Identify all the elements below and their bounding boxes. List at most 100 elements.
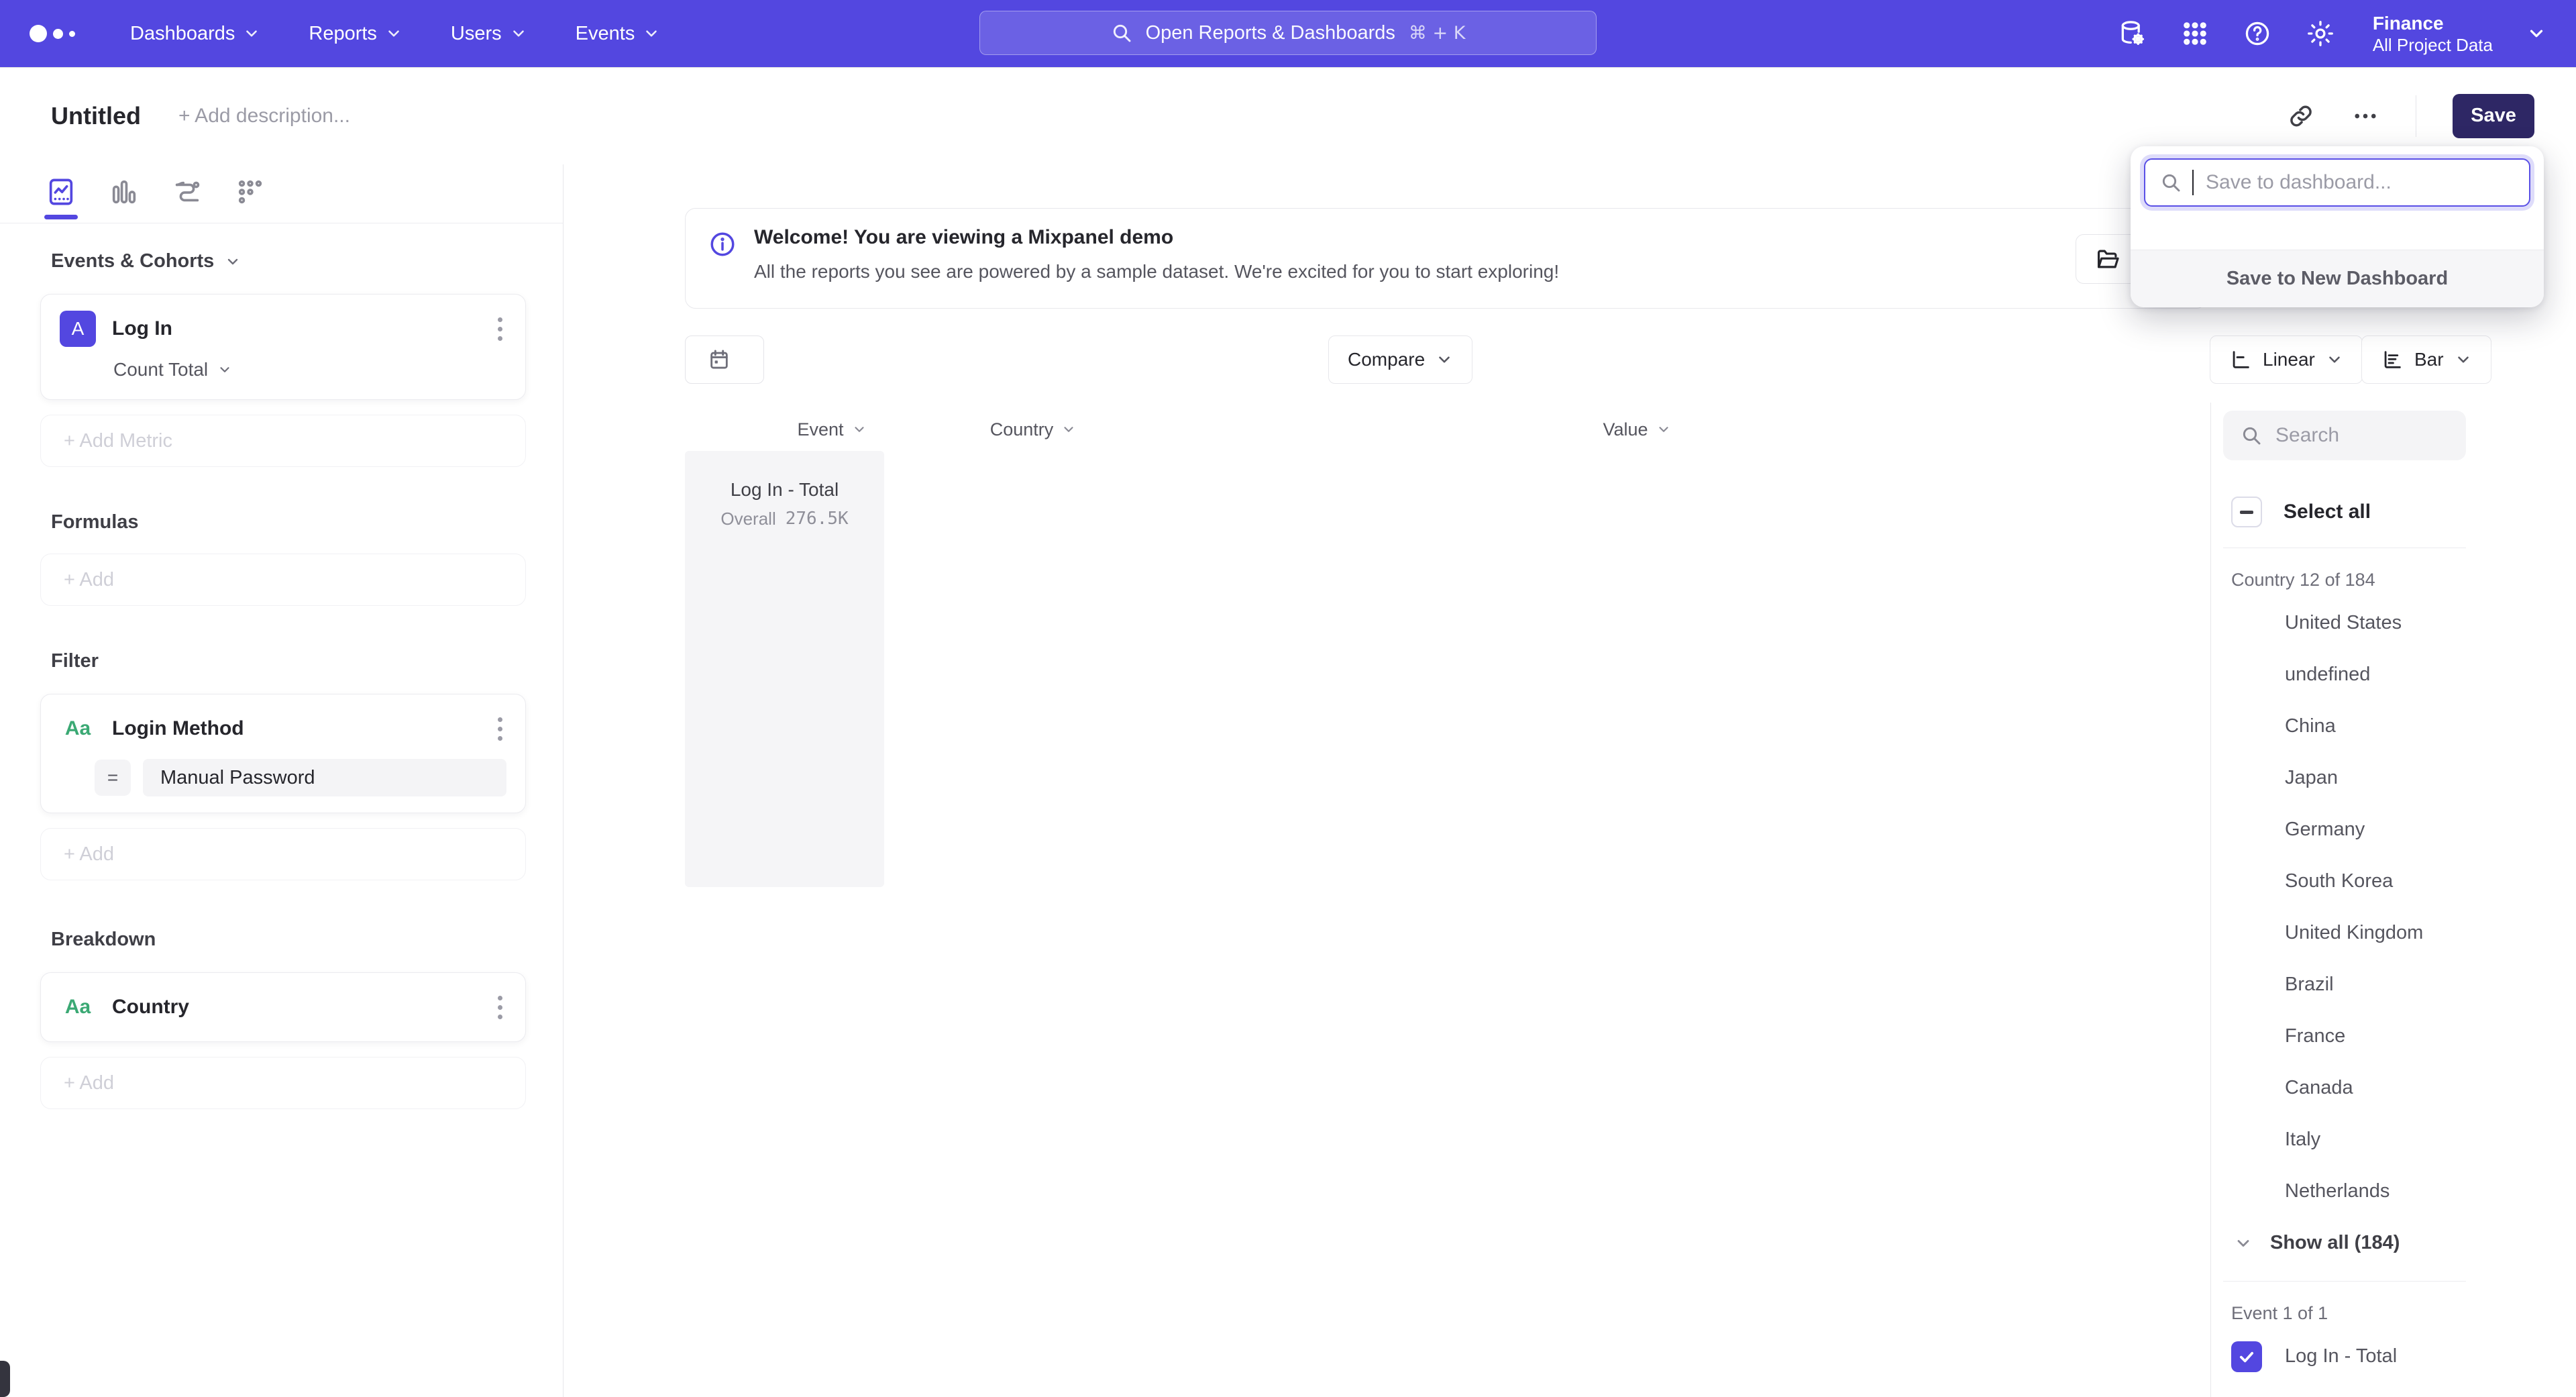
event-checkbox-row[interactable]: Log In - Total <box>2223 1331 2466 1382</box>
country-checkbox-row[interactable]: United States <box>2223 597 2466 649</box>
select-all-checkbox[interactable] <box>2231 497 2262 527</box>
filter-value-field[interactable]: Manual Password <box>143 759 506 796</box>
country-checkbox-label: Italy <box>2285 1129 2320 1151</box>
event-section-header: Event 1 of 1 <box>2223 1303 2466 1324</box>
filter-card[interactable]: Aa Login Method = Manual Password <box>40 694 526 813</box>
country-checkbox-row[interactable]: China <box>2223 701 2466 752</box>
country-checkbox[interactable] <box>2231 711 2262 742</box>
nav-item-label: Reports <box>309 23 377 45</box>
add-metric-button[interactable]: + Add Metric <box>40 415 526 467</box>
column-header-country[interactable]: Country <box>953 416 1114 443</box>
tab-retention[interactable] <box>233 175 267 209</box>
filter-kebab-menu-icon[interactable] <box>494 713 506 745</box>
country-checkbox-row[interactable]: undefined <box>2223 649 2466 701</box>
apps-grid-icon[interactable] <box>2181 19 2209 48</box>
nav-item[interactable]: Users <box>451 23 527 45</box>
more-options-icon[interactable] <box>2351 102 2379 130</box>
country-checkbox-row[interactable]: Japan <box>2223 752 2466 804</box>
add-breakdown-button[interactable]: + Add <box>40 1057 526 1109</box>
column-header-event[interactable]: Event <box>751 416 912 443</box>
metric-aggregation-dropdown[interactable]: Count Total <box>113 359 506 380</box>
country-checkbox-label: undefined <box>2285 664 2370 686</box>
overall-label: Overall <box>720 509 775 529</box>
country-checkbox-label: United Kingdom <box>2285 922 2423 944</box>
country-checkbox-label: France <box>2285 1025 2345 1047</box>
save-to-dashboard-input[interactable]: Save to dashboard... <box>2144 158 2530 207</box>
add-description-field[interactable]: + Add description... <box>178 105 350 127</box>
legend-search-input[interactable]: Search <box>2223 411 2466 460</box>
tab-insights[interactable] <box>44 175 78 209</box>
chart-type-button[interactable]: Bar <box>2361 335 2491 384</box>
filter-operator-chip[interactable]: = <box>95 760 131 796</box>
nav-item[interactable]: Dashboards <box>130 23 260 45</box>
check-icon <box>2237 1347 2256 1366</box>
country-checkbox[interactable] <box>2231 1021 2262 1052</box>
country-checkbox[interactable] <box>2231 608 2262 639</box>
tab-funnels[interactable] <box>107 175 141 209</box>
date-range-custom[interactable] <box>686 336 763 383</box>
project-chevron-down-icon[interactable] <box>2526 23 2546 44</box>
country-checkbox-row[interactable]: Italy <box>2223 1114 2466 1166</box>
check-icon <box>2237 1027 2256 1046</box>
nav-item[interactable]: Events <box>576 23 661 45</box>
country-checkbox[interactable] <box>2231 763 2262 794</box>
project-selector[interactable]: Finance All Project Data <box>2373 12 2493 55</box>
show-all-button[interactable]: Show all (184) <box>2223 1217 2466 1269</box>
metric-letter-badge: A <box>60 311 96 347</box>
save-to-new-dashboard-button[interactable]: Save to New Dashboard <box>2131 250 2544 307</box>
save-button[interactable]: Save <box>2453 94 2534 138</box>
scale-selector-button[interactable]: Linear <box>2210 335 2363 384</box>
scale-label: Linear <box>2263 349 2315 370</box>
compare-button[interactable]: Compare <box>1328 335 1472 384</box>
country-checkbox-row[interactable]: Netherlands <box>2223 1166 2466 1217</box>
copy-link-icon[interactable] <box>2287 102 2315 130</box>
country-checkbox[interactable] <box>2231 866 2262 897</box>
metric-card[interactable]: A Log In Count Total <box>40 294 526 400</box>
country-checkbox-row[interactable]: United Kingdom <box>2223 907 2466 959</box>
calendar-icon <box>708 348 731 371</box>
search-icon <box>2160 172 2182 193</box>
breakdown-label: Breakdown <box>51 929 156 951</box>
metric-event-name[interactable]: Log In <box>112 317 172 340</box>
breakdown-kebab-menu-icon[interactable] <box>494 992 506 1023</box>
breakdown-property-name[interactable]: Country <box>112 996 189 1019</box>
country-checkbox-row[interactable]: South Korea <box>2223 856 2466 907</box>
nav-item[interactable]: Reports <box>309 23 402 45</box>
select-all-label: Select all <box>2284 501 2371 523</box>
event-series-cell[interactable]: Log In - Total Overall 276.5K <box>685 451 884 887</box>
events-cohorts-label: Events & Cohorts <box>51 250 214 272</box>
country-checkbox[interactable] <box>2231 815 2262 845</box>
metric-kebab-menu-icon[interactable] <box>494 313 506 345</box>
tab-flows[interactable] <box>170 175 204 209</box>
chevron-down-icon <box>643 25 660 42</box>
country-checkbox[interactable] <box>2231 1073 2262 1104</box>
column-header-value[interactable]: Value <box>1516 416 1758 443</box>
country-checkbox[interactable] <box>2231 918 2262 949</box>
country-checkbox-row[interactable]: France <box>2223 1011 2466 1062</box>
settings-gear-icon[interactable] <box>2306 19 2335 48</box>
add-filter-button[interactable]: + Add <box>40 828 526 880</box>
country-checkbox-row[interactable]: Brazil <box>2223 959 2466 1011</box>
filter-property-name[interactable]: Login Method <box>112 717 244 740</box>
report-type-tabs <box>0 164 563 223</box>
chevron-down-icon <box>1436 351 1453 368</box>
events-cohorts-header[interactable]: Events & Cohorts <box>51 250 526 272</box>
global-search-button[interactable]: Open Reports & Dashboards ⌘ + K <box>979 11 1597 55</box>
country-checkbox[interactable] <box>2231 660 2262 690</box>
country-checkbox[interactable] <box>2231 1176 2262 1207</box>
country-checkbox[interactable] <box>2231 970 2262 1000</box>
country-checkbox[interactable] <box>2231 1125 2262 1155</box>
check-icon <box>2237 717 2256 736</box>
breakdown-card[interactable]: Aa Country <box>40 972 526 1042</box>
data-management-icon[interactable] <box>2118 19 2147 48</box>
add-formula-button[interactable]: + Add <box>40 554 526 606</box>
mixpanel-logo-icon[interactable] <box>30 25 87 42</box>
country-checkbox-label: Canada <box>2285 1077 2353 1099</box>
country-checkbox-row[interactable]: Canada <box>2223 1062 2466 1114</box>
chevron-down-icon <box>217 362 232 377</box>
report-title[interactable]: Untitled <box>51 102 141 130</box>
event-checkbox[interactable] <box>2231 1341 2262 1372</box>
select-all-row[interactable]: Select all <box>2223 497 2466 527</box>
help-icon[interactable] <box>2243 19 2272 48</box>
country-checkbox-row[interactable]: Germany <box>2223 804 2466 856</box>
